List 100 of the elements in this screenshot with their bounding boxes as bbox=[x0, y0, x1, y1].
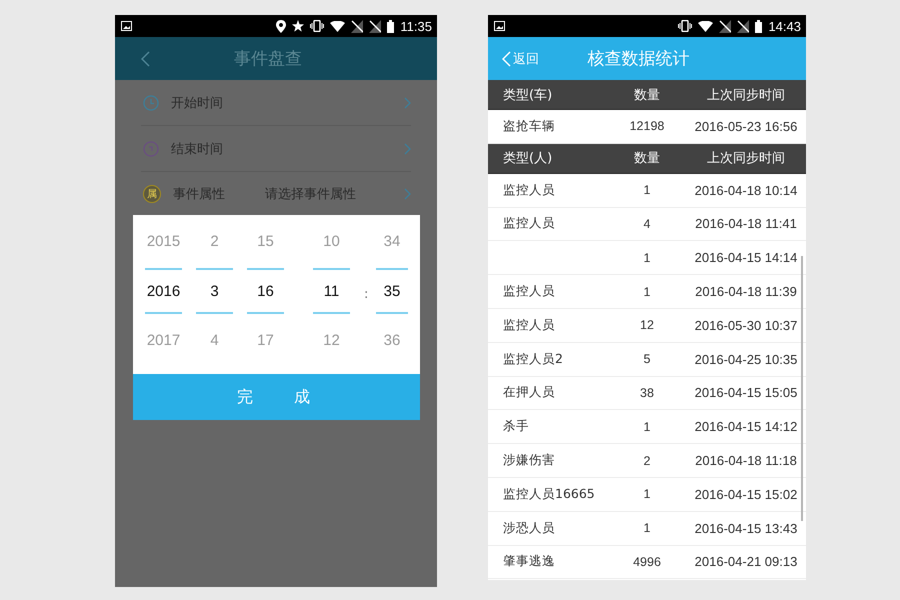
chevron-left-icon bbox=[141, 50, 150, 66]
table-cell-text: 1 bbox=[642, 487, 652, 502]
clock-icon bbox=[143, 94, 159, 110]
field-label: 事件属性 bbox=[173, 186, 226, 202]
form-row[interactable]: 属 事件属性 请选择事件属性 bbox=[141, 172, 411, 215]
vibrate-icon bbox=[678, 20, 692, 32]
table-cell-text: 4996 bbox=[632, 554, 662, 569]
table-cell-text: 38 bbox=[639, 386, 655, 400]
picker-option: 2 bbox=[196, 215, 233, 268]
column-header: 上次同步时间 bbox=[706, 86, 786, 104]
picker-option: 36 bbox=[376, 314, 408, 367]
table-cell-text: 12 bbox=[639, 318, 655, 332]
location-icon bbox=[276, 20, 286, 32]
table-cell-text: 1 bbox=[642, 250, 652, 265]
table-cell-text: 2016-04-15 13:43 bbox=[694, 520, 798, 536]
picker-selected-value: 16 bbox=[247, 268, 284, 314]
table-cell-text: 监控人员16665 bbox=[502, 486, 596, 503]
table-cell-text: 12198 bbox=[628, 119, 666, 134]
status-time: 14:43 bbox=[768, 18, 801, 34]
table-cell-text: 盗抢车辆 bbox=[502, 118, 556, 135]
no-signal-icon bbox=[737, 20, 750, 32]
wifi-icon bbox=[698, 20, 714, 32]
picker-wheel[interactable]: 2 3 4 bbox=[196, 215, 233, 374]
column-header: 类型(车) bbox=[502, 86, 554, 104]
table-row[interactable]: 在押人员 38 2016-04-15 15:05 bbox=[488, 376, 806, 410]
column-header: 数量 bbox=[633, 86, 661, 104]
table-cell-text: 杀手 bbox=[502, 418, 530, 436]
column-header: 类型(人) bbox=[502, 150, 554, 168]
table-cell-text: 监控人员 bbox=[502, 316, 556, 334]
picker-selected-value: 2016 bbox=[145, 268, 182, 314]
table-cell-text: 监控人员 bbox=[502, 182, 556, 199]
table-cell-text: 2016-04-15 14:14 bbox=[694, 250, 798, 266]
picker-option: 4 bbox=[196, 314, 233, 367]
table-row[interactable]: 监控人员 4 2016-04-18 11:41 bbox=[488, 208, 806, 242]
time-separator: : bbox=[364, 286, 368, 304]
star-icon bbox=[292, 20, 304, 32]
table-cell-text: 4 bbox=[642, 216, 652, 231]
wifi-icon bbox=[330, 20, 346, 32]
table-row[interactable]: 肇事逃逸 4996 2016-04-21 09:13 bbox=[488, 546, 806, 580]
picker-option: 34 bbox=[376, 215, 408, 268]
column-header: 上次同步时间 bbox=[706, 150, 786, 168]
scrollbar[interactable] bbox=[801, 256, 803, 521]
table-cell-text: 1 bbox=[642, 521, 652, 536]
picker-selected-value: 11 bbox=[313, 268, 350, 314]
table-cell-text: 1 bbox=[642, 183, 652, 198]
table-cell-text: 涉恐人员 bbox=[502, 520, 556, 537]
picker-wheel[interactable]: 2015 2016 2017 bbox=[145, 215, 182, 374]
table-cell-text: 监控人员2 bbox=[502, 350, 564, 368]
image-icon bbox=[494, 21, 505, 31]
picker-option: 15 bbox=[247, 215, 284, 268]
table-cell-text: 2016-04-18 11:39 bbox=[694, 284, 798, 300]
chevron-right-icon bbox=[404, 142, 411, 154]
table-cell-text: 2016-04-25 10:35 bbox=[694, 352, 798, 367]
picker-option: 2017 bbox=[145, 314, 182, 367]
table-cell-text: 2016-04-15 15:02 bbox=[694, 486, 798, 502]
chevron-left-icon bbox=[502, 50, 511, 66]
vibrate-icon bbox=[310, 20, 324, 32]
no-signal-icon bbox=[719, 20, 732, 32]
table-cell-text: 2016-04-18 11:41 bbox=[694, 216, 798, 232]
table-cell-text: 涉嫌伤害 bbox=[502, 452, 556, 470]
table-cell-text: 1 bbox=[642, 420, 652, 434]
field-label: 结束时间 bbox=[171, 140, 224, 158]
table-cell-text: 2016-05-23 16:56 bbox=[694, 118, 798, 134]
table-cell-text: 2016-04-18 11:18 bbox=[694, 453, 798, 468]
chevron-right-icon bbox=[404, 188, 411, 200]
badge-icon: 属 bbox=[143, 184, 161, 202]
table-cell-text: 2016-04-15 15:05 bbox=[694, 385, 798, 400]
picker-option: 2015 bbox=[145, 215, 182, 268]
picker-wheel[interactable]: 15 16 17 bbox=[247, 215, 284, 374]
picker-option: 10 bbox=[313, 215, 350, 268]
no-signal-icon bbox=[351, 20, 364, 32]
field-placeholder: 请选择事件属性 bbox=[265, 186, 357, 202]
status-time: 11:35 bbox=[400, 18, 432, 34]
picker-option: 17 bbox=[247, 314, 284, 367]
header-title: 事件盘查 bbox=[233, 48, 303, 70]
header-title: 核查数据统计 bbox=[586, 48, 690, 70]
table-cell-text: 肇事逃逸 bbox=[502, 553, 556, 570]
field-label: 开始时间 bbox=[171, 94, 224, 112]
picker-option: 12 bbox=[313, 314, 350, 367]
table-cell-text: 2 bbox=[642, 454, 652, 468]
table-cell-text: 1 bbox=[642, 284, 652, 299]
battery-icon bbox=[755, 20, 762, 32]
table-cell-text: 2016-05-30 10:37 bbox=[694, 318, 798, 333]
table-cell-text: 5 bbox=[642, 352, 652, 366]
battery-icon bbox=[387, 20, 394, 32]
table-cell-text: 2016-04-18 10:14 bbox=[694, 182, 798, 198]
table-cell-text: 2016-04-21 09:13 bbox=[694, 554, 798, 570]
chevron-right-icon bbox=[404, 96, 411, 108]
clock-icon bbox=[143, 140, 159, 156]
picker-selected-value: 35 bbox=[376, 268, 408, 314]
image-icon bbox=[121, 21, 132, 31]
picker-selected-value: 3 bbox=[196, 268, 233, 314]
table-cell-text: 监控人员 bbox=[502, 215, 556, 232]
no-signal-icon bbox=[369, 20, 382, 32]
table-cell-text: 2016-04-15 14:12 bbox=[694, 419, 798, 434]
picker-wheel[interactable]: 10 11 12 bbox=[313, 215, 350, 374]
table-cell-text: 监控人员 bbox=[502, 283, 556, 300]
column-header: 数量 bbox=[633, 149, 661, 168]
picker-wheel[interactable]: 34 35 36 bbox=[376, 215, 408, 374]
table-cell-text: 在押人员 bbox=[502, 384, 556, 402]
